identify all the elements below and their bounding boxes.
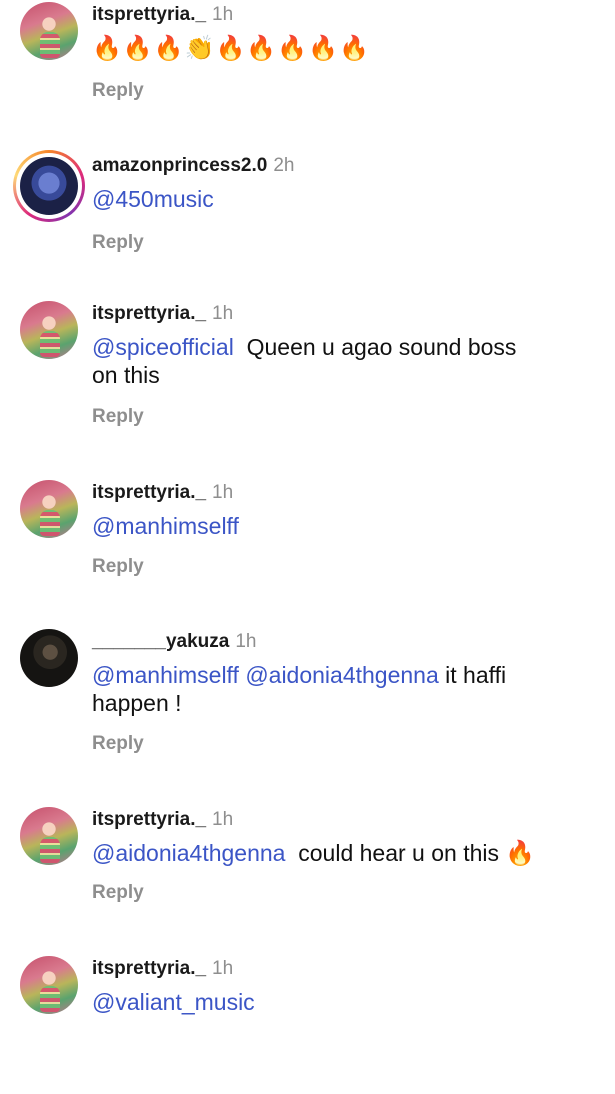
avatar (20, 2, 78, 60)
mention-link[interactable]: @valiant_music (92, 989, 255, 1015)
comment-item: itsprettyria._ 1h @aidonia4thgenna could … (0, 805, 615, 945)
avatar (20, 629, 78, 687)
username-link[interactable]: amazonprincess2.0 (92, 155, 267, 176)
comment-body-text: on this (92, 362, 160, 388)
comment-body-text: Queen u agao sound boss (246, 334, 517, 360)
mention-link[interactable]: @aidonia4thgenna (92, 840, 285, 866)
comment-item: itsprettyria._ 1h @spiceofficial Queen u … (0, 299, 615, 439)
avatar-button[interactable] (20, 301, 78, 359)
comment-header: itsprettyria._ 1h (92, 4, 233, 26)
comment-time: 1h (212, 809, 234, 830)
comment-item: itsprettyria._ 1h @valiant_music (0, 954, 615, 1094)
avatar-button[interactable] (13, 150, 85, 222)
comment-text: 🔥🔥🔥👏🔥🔥🔥🔥🔥 (92, 34, 592, 63)
avatar (20, 301, 78, 359)
comment-text: @valiant_music (92, 988, 592, 1016)
avatar-button[interactable] (20, 807, 78, 865)
avatar (20, 480, 78, 538)
comment-text: @spiceofficial Queen u agao sound boss o… (92, 333, 592, 389)
username-link[interactable]: itsprettyria._ (92, 303, 206, 324)
mention-link[interactable]: @450music (92, 186, 214, 212)
avatar-button[interactable] (20, 956, 78, 1014)
comment-header: _______yakuza 1h (92, 631, 256, 653)
comment-text: @manhimselff (92, 512, 592, 540)
username-link[interactable]: itsprettyria._ (92, 482, 206, 503)
comment-text: @manhimselff @aidonia4thgenna it haffi h… (92, 661, 592, 717)
avatar-button[interactable] (20, 480, 78, 538)
comment-header: itsprettyria._ 1h (92, 809, 233, 831)
comment-text: @aidonia4thgenna could hear u on this 🔥 (92, 839, 592, 868)
comment-header: amazonprincess2.0 2h (92, 155, 294, 177)
comment-time: 1h (212, 303, 234, 324)
avatar-button[interactable] (20, 629, 78, 687)
mention-link[interactable]: @aidonia4thgenna (245, 662, 438, 688)
mention-link[interactable]: @manhimselff (92, 662, 239, 688)
comment-body-text: happen ! (92, 690, 182, 716)
avatar (20, 807, 78, 865)
reply-button[interactable]: Reply (92, 556, 144, 578)
username-link[interactable]: itsprettyria._ (92, 809, 206, 830)
comment-time: 1h (235, 631, 257, 652)
comment-time: 1h (212, 482, 234, 503)
avatar (20, 157, 78, 215)
comment-body-text: could hear u on this (298, 840, 499, 866)
comment-header: itsprettyria._ 1h (92, 482, 233, 504)
comment-body-text: it haffi (445, 662, 507, 688)
comment-header: itsprettyria._ 1h (92, 958, 233, 980)
avatar-button[interactable] (20, 2, 78, 60)
comment-header: itsprettyria._ 1h (92, 303, 233, 325)
comment-item: _______yakuza 1h @manhimselff @aidonia4th… (0, 627, 615, 767)
avatar (20, 956, 78, 1014)
comment-time: 1h (212, 958, 234, 979)
reply-button[interactable]: Reply (92, 733, 144, 755)
comment-time: 2h (273, 155, 295, 176)
reply-button[interactable]: Reply (92, 882, 144, 904)
comment-item: itsprettyria._ 1h 🔥🔥🔥👏🔥🔥🔥🔥🔥 Reply (0, 0, 615, 140)
username-link[interactable]: itsprettyria._ (92, 4, 206, 25)
emoji-text: 🔥🔥🔥👏🔥🔥🔥🔥🔥 (92, 35, 370, 62)
reply-button[interactable]: Reply (92, 80, 144, 102)
reply-button[interactable]: Reply (92, 406, 144, 428)
comment-text: @450music (92, 185, 592, 213)
comment-time: 1h (212, 4, 234, 25)
mention-link[interactable]: @manhimselff (92, 513, 239, 539)
username-link[interactable]: _______yakuza (92, 631, 229, 652)
comment-item: itsprettyria._ 1h @manhimselff Reply (0, 478, 615, 618)
fire-emoji: 🔥 (505, 840, 537, 867)
comment-item: amazonprincess2.0 2h @450music Reply (0, 150, 615, 290)
username-link[interactable]: itsprettyria._ (92, 958, 206, 979)
mention-link[interactable]: @spiceofficial (92, 334, 234, 360)
reply-button[interactable]: Reply (92, 232, 144, 254)
